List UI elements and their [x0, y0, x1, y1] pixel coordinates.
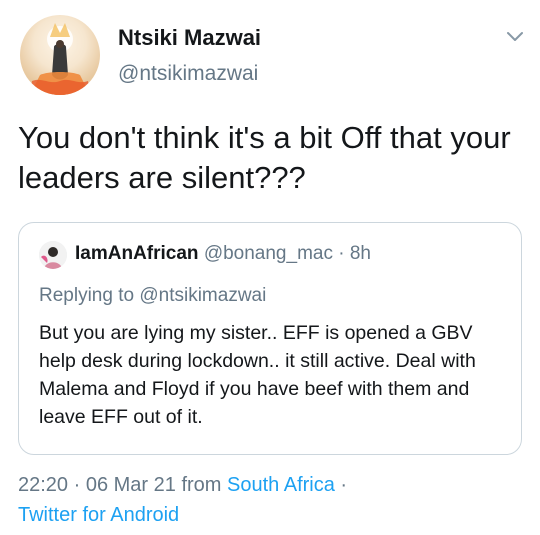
- from-label: from: [175, 474, 228, 496]
- quoted-tweet-text: But you are lying my sister.. EFF is ope…: [39, 322, 476, 428]
- tweet-date[interactable]: 06 Mar 21: [86, 474, 176, 496]
- author-name[interactable]: Ntsiki Mazwai: [118, 25, 261, 51]
- quoted-author-avatar[interactable]: [39, 241, 67, 269]
- quoted-tweet-card[interactable]: IamAnAfrican @bonang_mac · 8h Replying t…: [18, 222, 522, 455]
- replying-to-label: Replying to: [39, 285, 140, 306]
- author-avatar[interactable]: [20, 15, 100, 95]
- tweet-time[interactable]: 22:20: [18, 474, 68, 496]
- quoted-time[interactable]: 8h: [350, 243, 371, 264]
- replying-to-line: Replying to @ntsikimazwai: [39, 285, 266, 307]
- quoted-header: IamAnAfrican @bonang_mac · 8h: [75, 243, 371, 265]
- avatar-image: [30, 23, 90, 95]
- quoted-author-handle[interactable]: @bonang_mac: [204, 243, 333, 264]
- tweet-text: You don't think it's a bit Off that your…: [18, 120, 511, 195]
- separator-dot: ·: [332, 243, 350, 264]
- location-link[interactable]: South Africa: [227, 474, 335, 496]
- author-handle[interactable]: @ntsikimazwai: [118, 62, 258, 86]
- source-link[interactable]: Twitter for Android: [18, 504, 179, 527]
- meta-dot: ·: [68, 474, 86, 496]
- quoted-author-name[interactable]: IamAnAfrican: [75, 243, 199, 264]
- tweet-meta: 22:20 · 06 Mar 21 from South Africa ·: [18, 474, 347, 497]
- chevron-down-icon[interactable]: [505, 29, 525, 45]
- replying-to-mention[interactable]: @ntsikimazwai: [139, 285, 266, 306]
- meta-trailing-dot: ·: [334, 474, 348, 496]
